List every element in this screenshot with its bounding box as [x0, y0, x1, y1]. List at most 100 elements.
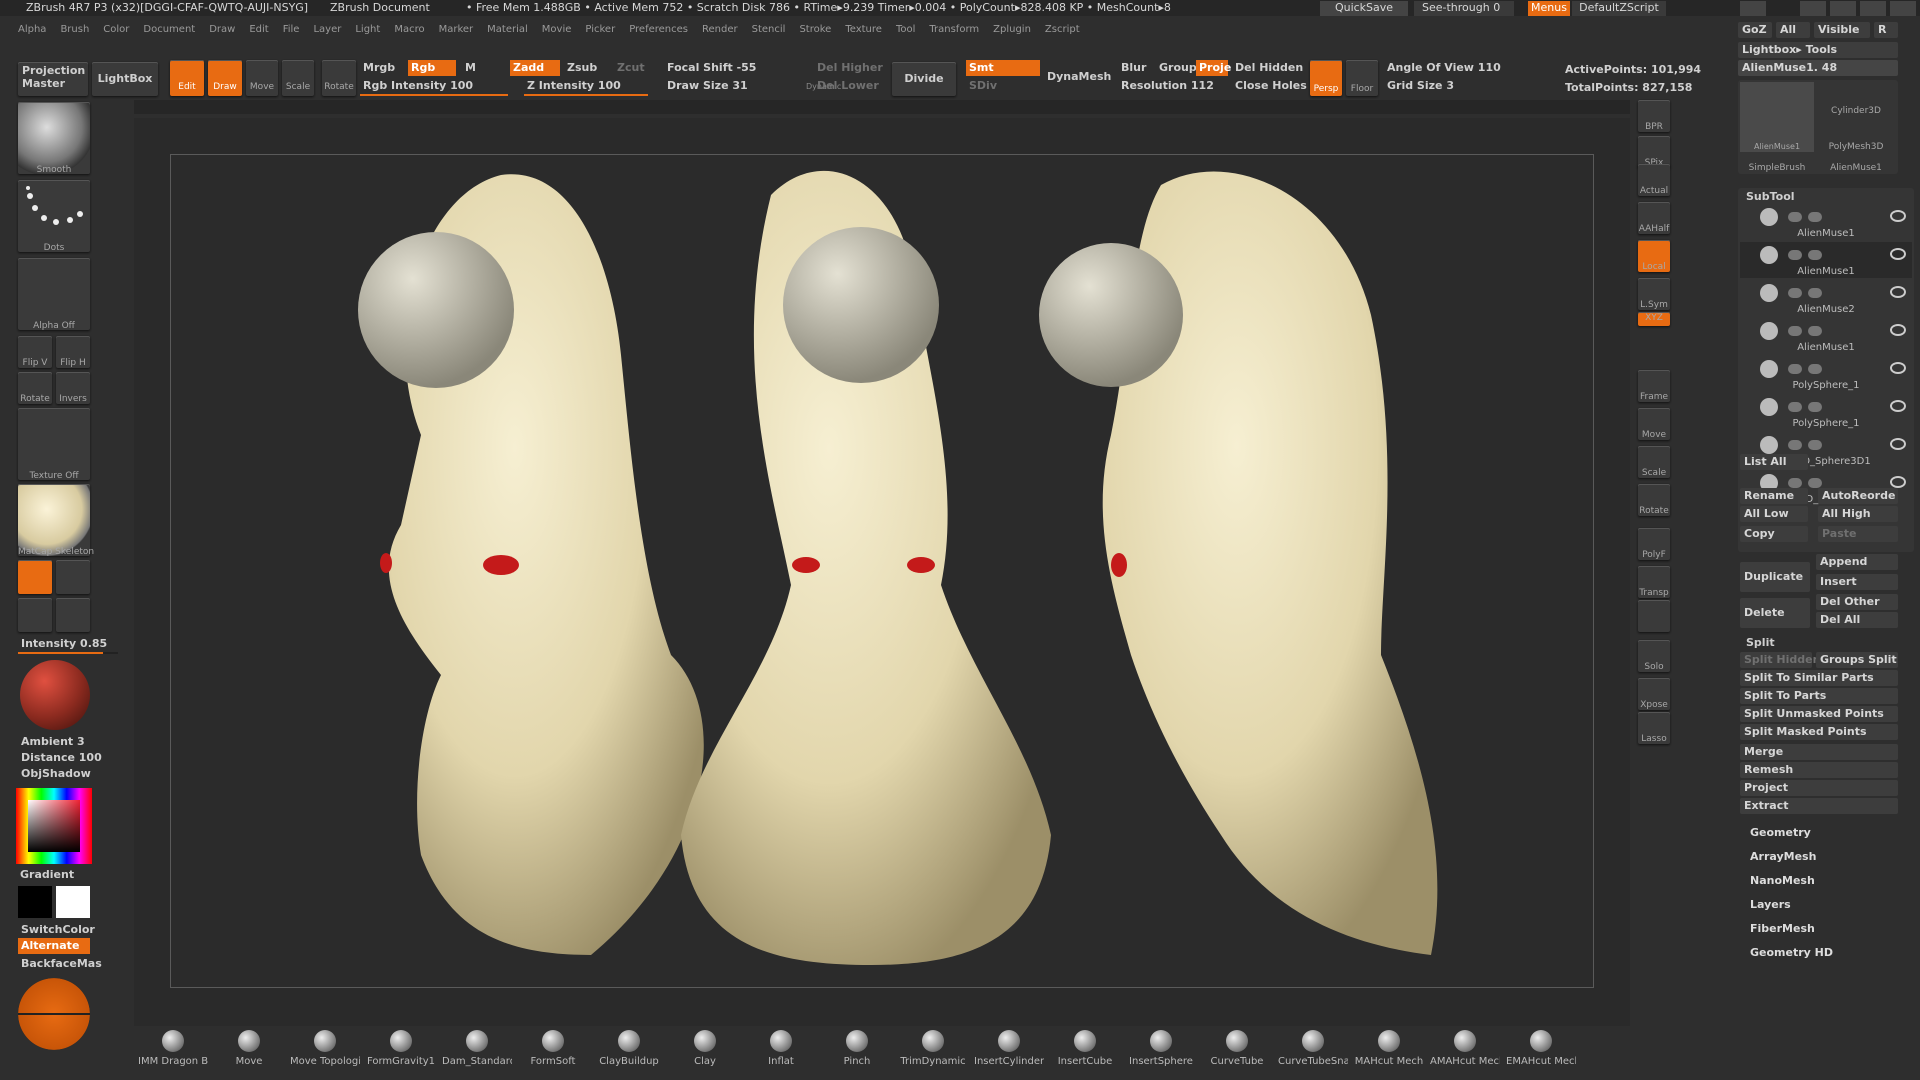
append-button[interactable]: Append — [1816, 554, 1898, 570]
subtool-row[interactable]: PolySphere_1 — [1740, 356, 1912, 392]
divide-button[interactable]: Divide — [892, 62, 956, 96]
alternate-button[interactable]: Alternate — [18, 938, 90, 954]
move-button[interactable]: Move — [246, 60, 278, 96]
autoreorder-button[interactable]: AutoReorde — [1818, 488, 1898, 504]
del-lower-button[interactable]: Del Lower — [814, 78, 879, 94]
split-masked-button[interactable]: Split Masked Points — [1740, 724, 1898, 740]
texture-thumbnail[interactable]: Texture Off — [18, 408, 90, 481]
xpose-button[interactable]: Xpose — [1638, 678, 1670, 710]
subtool-row[interactable]: PolySphere_1 — [1740, 394, 1912, 430]
light-direction-sphere[interactable] — [20, 660, 90, 730]
draw-button[interactable]: Draw — [208, 60, 242, 96]
paste-button[interactable]: Paste — [1818, 526, 1898, 542]
tool-thumb-polymesh[interactable]: PolyMesh3D — [1818, 118, 1894, 152]
all-high-button[interactable]: All High — [1818, 506, 1898, 522]
restore-icon[interactable] — [1830, 1, 1856, 16]
material-toggle-icon[interactable] — [1808, 402, 1822, 412]
brush-slot[interactable]: InsertCube — [1050, 1022, 1120, 1078]
menu-color[interactable]: Color — [103, 24, 129, 35]
texture-rotate-button[interactable]: Rotate — [18, 372, 52, 404]
rotate-view-button[interactable]: Rotate — [1638, 484, 1670, 516]
lasso-button[interactable]: Lasso — [1638, 712, 1670, 744]
del-all-button[interactable]: Del All — [1816, 612, 1898, 628]
menu-texture[interactable]: Texture — [845, 24, 882, 35]
extract-menu[interactable]: Extract — [1740, 798, 1898, 814]
rotate-button[interactable]: Rotate — [322, 60, 356, 96]
menu-zplugin[interactable]: Zplugin — [993, 24, 1031, 35]
brush-thumbnail[interactable]: Smooth — [18, 102, 90, 175]
goz-all-button[interactable]: All — [1776, 22, 1810, 38]
eye-icon[interactable] — [1890, 248, 1906, 260]
tool-thumb-simplebrush[interactable]: SimpleBrush — [1740, 154, 1814, 174]
tool-menu-nanomesh[interactable]: NanoMesh — [1750, 874, 1815, 887]
polypaint-toggle-icon[interactable] — [1788, 478, 1802, 488]
del-higher-button[interactable]: Del Higher — [814, 60, 883, 76]
menu-alpha[interactable]: Alpha — [18, 24, 46, 35]
menu-document[interactable]: Document — [143, 24, 195, 35]
angle-of-view-slider[interactable]: Angle Of View 110 — [1384, 60, 1501, 76]
flip-v-button[interactable]: Flip V — [18, 336, 52, 368]
tool-thumb-cylinder[interactable]: Cylinder3D — [1818, 82, 1894, 116]
intensity-track[interactable] — [18, 652, 118, 654]
menu-marker[interactable]: Marker — [439, 24, 474, 35]
bpr-button[interactable]: BPR — [1638, 100, 1670, 132]
subtool-title[interactable]: SubTool — [1746, 190, 1795, 203]
rgb-intensity-track[interactable] — [360, 94, 508, 96]
polypaint-toggle-icon[interactable] — [1788, 364, 1802, 374]
eye-icon[interactable] — [1890, 476, 1906, 488]
default-zscript-button[interactable]: DefaultZScript — [1572, 1, 1666, 16]
brush-slot[interactable]: Move Topologica — [290, 1022, 360, 1078]
quicksave-button[interactable]: QuickSave — [1320, 1, 1408, 16]
eye-icon[interactable] — [1890, 362, 1906, 374]
close-icon[interactable] — [1890, 1, 1916, 16]
brush-slot[interactable]: InsertSphere — [1126, 1022, 1196, 1078]
split-similar-parts-button[interactable]: Split To Similar Parts — [1740, 670, 1898, 686]
split-hidden-button[interactable]: Split Hidden — [1740, 652, 1820, 668]
material-toggle-icon[interactable] — [1808, 478, 1822, 488]
eye-icon[interactable] — [1890, 438, 1906, 450]
subtool-row[interactable]: AlienMuse1 — [1740, 318, 1912, 354]
light-bulb-icon[interactable] — [18, 560, 52, 594]
edit-button[interactable]: Edit — [170, 60, 204, 96]
tool-menu-geometry-hd[interactable]: Geometry HD — [1750, 946, 1833, 959]
lsym-button[interactable]: L.Sym — [1638, 278, 1670, 310]
material-toggle-icon[interactable] — [1808, 440, 1822, 450]
light-bulb-icon[interactable] — [18, 598, 52, 632]
ambient-slider[interactable]: Ambient 3 — [18, 734, 85, 750]
menu-edit[interactable]: Edit — [249, 24, 268, 35]
distance-slider[interactable]: Distance 100 — [18, 750, 102, 766]
menu-zscript[interactable]: Zscript — [1045, 24, 1080, 35]
objshadow-toggle[interactable]: ObjShadow — [18, 766, 91, 782]
rgb-button[interactable]: Rgb — [408, 60, 456, 76]
menu-movie[interactable]: Movie — [542, 24, 572, 35]
aahalf-button[interactable]: AAHalf — [1638, 202, 1670, 234]
m-button[interactable]: M — [462, 60, 476, 76]
brush-slot[interactable]: Dam_Standard — [442, 1022, 512, 1078]
color-picker[interactable] — [16, 788, 92, 864]
brush-slot[interactable]: Pinch — [822, 1022, 892, 1078]
material-toggle-icon[interactable] — [1808, 288, 1822, 298]
light-bulb-icon[interactable] — [56, 598, 90, 632]
zcut-button[interactable]: Zcut — [614, 60, 645, 76]
delete-button[interactable]: Delete — [1740, 598, 1810, 628]
del-other-button[interactable]: Del Other — [1816, 594, 1898, 610]
maximize-icon[interactable] — [1860, 1, 1886, 16]
top-scrollbar[interactable] — [134, 100, 1630, 114]
eye-icon[interactable] — [1890, 324, 1906, 336]
material-toggle-icon[interactable] — [1808, 326, 1822, 336]
scale-view-button[interactable]: Scale — [1638, 446, 1670, 478]
gyro-icon[interactable] — [18, 978, 90, 1050]
rgb-intensity-slider[interactable]: Rgb Intensity 100 — [360, 78, 473, 94]
material-thumbnail[interactable]: MatCap Skeleton — [18, 484, 94, 557]
menu-file[interactable]: File — [283, 24, 300, 35]
invert-button[interactable]: Invers — [56, 372, 90, 404]
alpha-thumbnail[interactable]: Alpha Off — [18, 258, 90, 331]
focal-shift-slider[interactable]: Focal Shift -55 — [664, 60, 756, 76]
merge-menu[interactable]: Merge — [1740, 744, 1898, 760]
transp-button[interactable]: Transp — [1638, 566, 1670, 598]
local-button[interactable]: Local — [1638, 240, 1670, 272]
menu-macro[interactable]: Macro — [394, 24, 424, 35]
z-intensity-track[interactable] — [524, 94, 648, 96]
project-toggle[interactable]: Proje — [1196, 60, 1231, 76]
group-toggle[interactable]: Group — [1156, 60, 1197, 76]
